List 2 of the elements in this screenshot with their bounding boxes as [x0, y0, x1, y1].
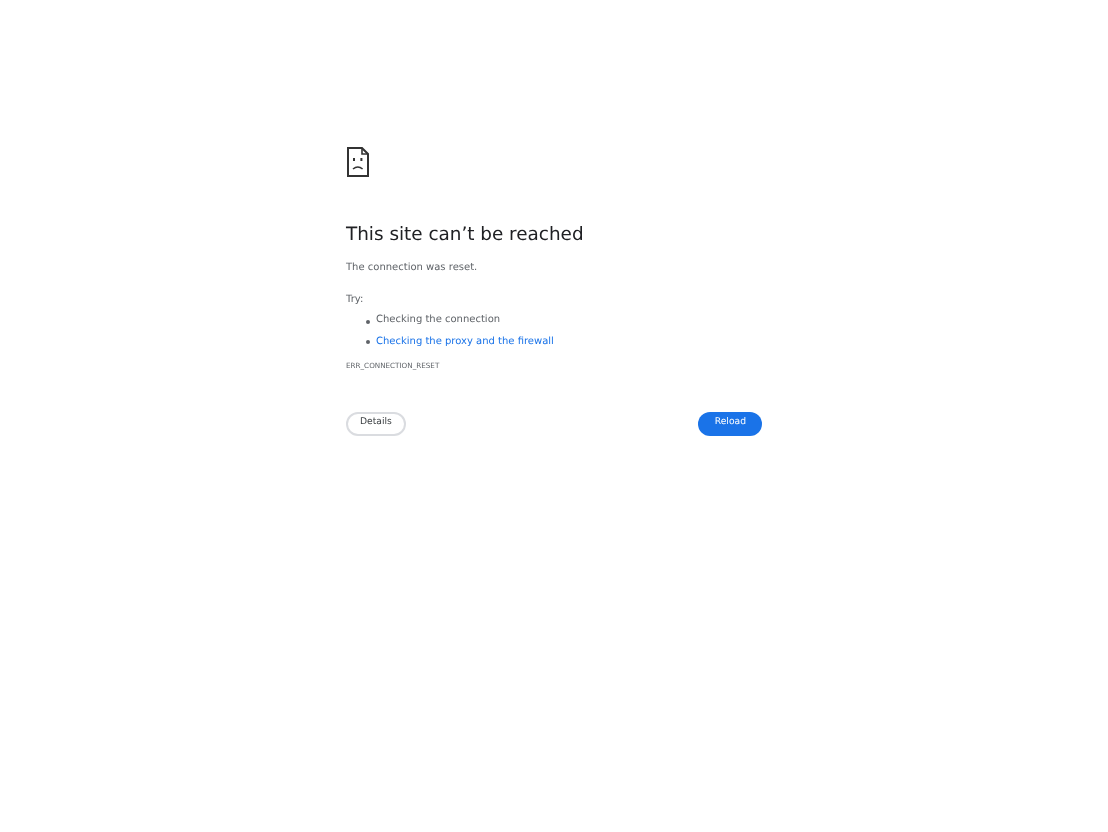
error-title: This site can’t be reached	[346, 224, 586, 247]
sad-page-icon	[346, 145, 370, 178]
